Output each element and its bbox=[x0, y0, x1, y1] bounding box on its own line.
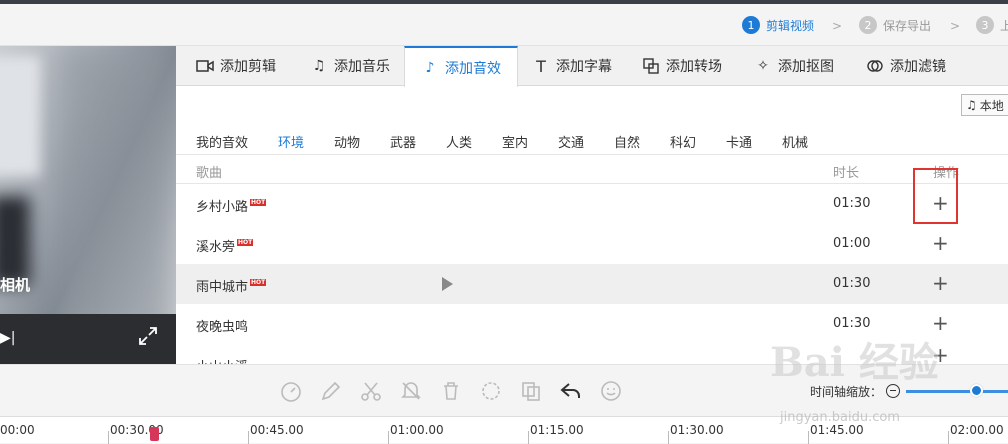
tab-add-subtitle[interactable]: T 添加字幕 bbox=[532, 46, 612, 86]
step-bar: 1 剪辑视频 > 2 保存导出 > 3 上 bbox=[0, 4, 1008, 46]
scissors-icon[interactable] bbox=[359, 379, 383, 403]
highlight-box bbox=[913, 168, 958, 224]
add-icon[interactable]: + bbox=[932, 270, 949, 296]
timeline-tick: 01:45.00 bbox=[810, 423, 864, 437]
timeline-tick: 01:15.00 bbox=[530, 423, 584, 437]
step-save-export[interactable]: 2 保存导出 bbox=[859, 16, 931, 34]
table-row[interactable]: 溪水旁 HOT 01:00 + bbox=[176, 224, 1008, 264]
header-duration: 时长 bbox=[833, 166, 860, 181]
category-item[interactable]: 自然 bbox=[614, 132, 640, 151]
crop-icon[interactable] bbox=[479, 379, 503, 403]
tab-add-music[interactable]: ♫ 添加音乐 bbox=[310, 46, 390, 86]
tab-add-filter[interactable]: 添加滤镜 bbox=[866, 46, 946, 86]
player-controls: ▶| bbox=[0, 314, 176, 364]
watermark: Bai 经验 bbox=[770, 339, 939, 386]
category-item[interactable]: 机械 bbox=[782, 132, 808, 151]
mute-icon[interactable] bbox=[399, 379, 423, 403]
chevron-right-icon: > bbox=[950, 19, 961, 33]
music-file-icon: ♫ bbox=[966, 98, 977, 112]
table-row[interactable]: 雨中城市 HOT 01:30 + bbox=[176, 264, 1008, 304]
step-number: 2 bbox=[859, 16, 877, 34]
tab-add-sound-effect[interactable]: ♪ 添加音效 bbox=[404, 46, 518, 87]
tab-label: 添加剪辑 bbox=[220, 59, 276, 75]
table-row[interactable]: 乡村小路 HOT 01:30 + bbox=[176, 184, 1008, 224]
timeline-tick: 01:30.00 bbox=[670, 423, 724, 437]
hot-badge: HOT bbox=[237, 239, 254, 246]
cutout-icon: ✧ bbox=[757, 58, 769, 74]
category-item[interactable]: 人类 bbox=[446, 132, 472, 151]
step-label: 保存导出 bbox=[883, 18, 932, 33]
sound-duration: 01:00 bbox=[833, 236, 871, 251]
tab-add-clip[interactable]: 添加剪辑 bbox=[196, 46, 276, 86]
effects-panel: 添加剪辑 ♫ 添加音乐 ♪ 添加音效 T 添加字幕 添加转场 ✧ 添加抠图 添加… bbox=[176, 46, 1008, 364]
sound-name: 乡村小路 bbox=[196, 200, 249, 215]
sound-duration: 01:30 bbox=[833, 276, 871, 291]
step-number: 3 bbox=[976, 16, 994, 34]
zoom-slider-handle[interactable] bbox=[970, 384, 983, 397]
sound-duration: 01:30 bbox=[833, 316, 871, 331]
local-file-button[interactable]: ♫ 本地 bbox=[961, 94, 1008, 116]
tab-label: 添加字幕 bbox=[556, 59, 612, 75]
speed-icon[interactable] bbox=[279, 379, 303, 403]
playhead[interactable] bbox=[150, 427, 159, 441]
step-edit-video[interactable]: 1 剪辑视频 bbox=[742, 16, 814, 34]
sound-name: 夜晚虫鸣 bbox=[196, 320, 249, 335]
category-item[interactable]: 武器 bbox=[390, 132, 416, 151]
sound-name: 溪水旁 bbox=[196, 240, 236, 255]
sound-effect-icon: ♪ bbox=[425, 59, 435, 76]
timeline-tick: 02:00.00 bbox=[950, 423, 1004, 437]
watermark-url: jingyan.baidu.com bbox=[780, 410, 900, 425]
category-item[interactable]: 动物 bbox=[334, 132, 360, 151]
fullscreen-icon[interactable] bbox=[138, 326, 158, 346]
next-frame-icon[interactable]: ▶| bbox=[0, 330, 15, 346]
tab-label: 添加音效 bbox=[445, 60, 501, 77]
step-label: 上 bbox=[1000, 18, 1008, 33]
step-label: 剪辑视频 bbox=[766, 18, 815, 33]
tab-label: 添加滤镜 bbox=[890, 59, 946, 75]
video-icon bbox=[196, 57, 214, 75]
sound-name: 小山小溪 bbox=[196, 356, 248, 364]
tab-bar: 添加剪辑 ♫ 添加音乐 ♪ 添加音效 T 添加字幕 添加转场 ✧ 添加抠图 添加… bbox=[176, 46, 1008, 87]
hot-badge: HOT bbox=[250, 279, 267, 286]
category-item[interactable]: 交通 bbox=[558, 132, 584, 151]
zoom-slider[interactable] bbox=[906, 390, 1008, 393]
hot-badge: HOT bbox=[250, 199, 267, 206]
play-icon[interactable] bbox=[442, 277, 453, 291]
category-item[interactable]: 室内 bbox=[502, 132, 528, 151]
chevron-right-icon: > bbox=[832, 19, 843, 33]
category-item[interactable]: 我的音效 bbox=[196, 132, 248, 151]
pencil-icon[interactable] bbox=[319, 379, 343, 403]
text-icon: T bbox=[536, 56, 546, 76]
step-upload[interactable]: 3 上 bbox=[976, 16, 1008, 34]
music-icon: ♫ bbox=[312, 58, 326, 74]
timeline-tick: 00:45.00 bbox=[250, 423, 304, 437]
sound-duration: 01:30 bbox=[833, 196, 871, 211]
undo-icon[interactable] bbox=[559, 379, 583, 403]
category-item[interactable]: 科幻 bbox=[670, 132, 696, 151]
filter-icon bbox=[866, 57, 884, 75]
add-icon[interactable]: + bbox=[932, 230, 949, 256]
delete-icon[interactable] bbox=[439, 379, 463, 403]
tab-label: 添加音乐 bbox=[334, 59, 390, 75]
tab-add-transition[interactable]: 添加转场 bbox=[642, 46, 722, 86]
transition-icon bbox=[642, 57, 660, 75]
copy-icon[interactable] bbox=[519, 379, 543, 403]
timeline-tick: 00:00 bbox=[0, 423, 35, 437]
video-preview[interactable]: 相机 ▶| bbox=[0, 46, 176, 364]
category-item-active[interactable]: 环境 bbox=[278, 132, 304, 151]
sound-name: 雨中城市 bbox=[196, 280, 249, 295]
preview-caption: 相机 bbox=[0, 276, 31, 294]
tab-label: 添加转场 bbox=[666, 59, 722, 75]
tab-add-cutout[interactable]: ✧ 添加抠图 bbox=[754, 46, 834, 86]
category-item[interactable]: 卡通 bbox=[726, 132, 752, 151]
sticker-icon[interactable] bbox=[599, 379, 623, 403]
table-header: 歌曲 时长 操作 bbox=[176, 154, 1008, 184]
timeline-tick: 01:00.00 bbox=[390, 423, 444, 437]
step-number: 1 bbox=[742, 16, 760, 34]
tab-label: 添加抠图 bbox=[778, 59, 834, 75]
header-song: 歌曲 bbox=[196, 166, 223, 181]
